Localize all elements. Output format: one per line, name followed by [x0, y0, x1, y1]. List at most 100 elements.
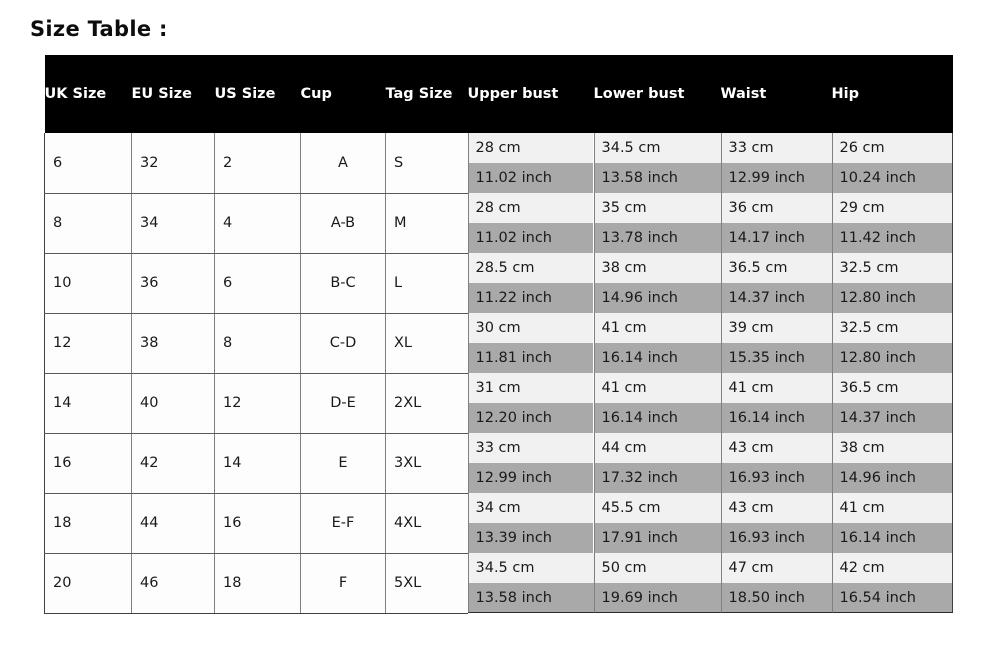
cell-upper-bust-inch: 12.20 inch — [467, 403, 593, 433]
cell-uk-size: 12 — [44, 313, 132, 374]
cell-cup: A-B — [300, 193, 386, 254]
cell-cup: A — [300, 133, 386, 194]
cell-lower-bust-cm: 50 cm — [593, 553, 721, 583]
cell-waist-cm: 43 cm — [720, 433, 832, 463]
cell-upper-bust-cm: 28.5 cm — [467, 253, 593, 283]
cell-us-size: 8 — [214, 313, 301, 374]
table-body: 6 32 2 A S 28 cm 11.02 inch 34.5 cm 13.58 inch 33… — [44, 133, 953, 614]
table-row: 10 36 6 B-C L 28.5 cm 11.22 inch 38 cm 14.96 inc… — [44, 253, 953, 314]
cell-tag-size: 4XL — [385, 493, 468, 554]
cell-us-size: 2 — [214, 133, 301, 194]
cell-hip-inch: 12.80 inch — [831, 343, 953, 373]
cell-lower-bust-inch: 13.58 inch — [593, 163, 721, 193]
table-row: 6 32 2 A S 28 cm 11.02 inch 34.5 cm 13.58 inch 33… — [44, 133, 953, 194]
cell-waist-cm: 33 cm — [720, 133, 832, 163]
cell-lower-bust-inch: 16.14 inch — [593, 343, 721, 373]
cell-uk-size: 8 — [44, 193, 132, 254]
cell-lower-bust: 50 cm 19.69 inch — [593, 553, 721, 613]
cell-upper-bust-inch: 12.99 inch — [467, 463, 593, 493]
cell-waist: 43 cm 16.93 inch — [720, 493, 832, 553]
column-header-hip: Hip — [831, 55, 953, 133]
cell-lower-bust: 34.5 cm 13.58 inch — [593, 133, 721, 193]
cell-waist-inch: 14.37 inch — [720, 283, 832, 313]
cell-eu-size: 38 — [131, 313, 215, 374]
cell-hip: 29 cm 11.42 inch — [831, 193, 953, 253]
cell-waist-inch: 14.17 inch — [720, 223, 832, 253]
cell-lower-bust: 44 cm 17.32 inch — [593, 433, 721, 493]
cell-waist-cm: 47 cm — [720, 553, 832, 583]
cell-hip-cm: 36.5 cm — [831, 373, 953, 403]
cell-waist-inch: 16.14 inch — [720, 403, 832, 433]
cell-eu-size: 34 — [131, 193, 215, 254]
cell-lower-bust: 38 cm 14.96 inch — [593, 253, 721, 313]
cell-eu-size: 46 — [131, 553, 215, 614]
cell-hip: 42 cm 16.54 inch — [831, 553, 953, 613]
column-header-cup: Cup — [300, 55, 386, 133]
cell-lower-bust: 41 cm 16.14 inch — [593, 313, 721, 373]
cell-lower-bust-cm: 44 cm — [593, 433, 721, 463]
page-title: Size Table : — [30, 17, 168, 41]
cell-hip: 32.5 cm 12.80 inch — [831, 253, 953, 313]
cell-upper-bust: 31 cm 12.20 inch — [467, 373, 594, 433]
cell-lower-bust-cm: 41 cm — [593, 373, 721, 403]
cell-tag-size: 3XL — [385, 433, 468, 494]
cell-tag-size: S — [385, 133, 468, 194]
table-row: 14 40 12 D-E 2XL 31 cm 12.20 inch 41 cm 16.14 in… — [44, 373, 953, 434]
cell-upper-bust: 28 cm 11.02 inch — [467, 133, 594, 193]
cell-tag-size: M — [385, 193, 468, 254]
cell-waist: 36.5 cm 14.37 inch — [720, 253, 832, 313]
cell-uk-size: 6 — [44, 133, 132, 194]
cell-upper-bust: 33 cm 12.99 inch — [467, 433, 594, 493]
cell-hip-inch: 16.54 inch — [831, 583, 953, 613]
cell-cup: F — [300, 553, 386, 614]
cell-cup: C-D — [300, 313, 386, 374]
cell-lower-bust-cm: 34.5 cm — [593, 133, 721, 163]
cell-hip-inch: 16.14 inch — [831, 523, 953, 553]
cell-waist: 43 cm 16.93 inch — [720, 433, 832, 493]
cell-hip: 36.5 cm 14.37 inch — [831, 373, 953, 433]
cell-upper-bust-cm: 30 cm — [467, 313, 593, 343]
cell-tag-size: 5XL — [385, 553, 468, 614]
cell-waist-inch: 18.50 inch — [720, 583, 832, 613]
cell-waist-cm: 36 cm — [720, 193, 832, 223]
cell-hip-cm: 29 cm — [831, 193, 953, 223]
cell-lower-bust: 41 cm 16.14 inch — [593, 373, 721, 433]
cell-hip-cm: 41 cm — [831, 493, 953, 523]
cell-lower-bust-inch: 19.69 inch — [593, 583, 721, 613]
cell-lower-bust-inch: 14.96 inch — [593, 283, 721, 313]
cell-uk-size: 10 — [44, 253, 132, 314]
cell-hip-inch: 12.80 inch — [831, 283, 953, 313]
cell-upper-bust-inch: 13.39 inch — [467, 523, 593, 553]
cell-upper-bust-cm: 31 cm — [467, 373, 593, 403]
cell-upper-bust: 28 cm 11.02 inch — [467, 193, 594, 253]
cell-upper-bust-cm: 34 cm — [467, 493, 593, 523]
cell-upper-bust: 34 cm 13.39 inch — [467, 493, 594, 553]
cell-lower-bust: 35 cm 13.78 inch — [593, 193, 721, 253]
cell-lower-bust-inch: 13.78 inch — [593, 223, 721, 253]
cell-hip-inch: 14.96 inch — [831, 463, 953, 493]
cell-upper-bust-cm: 28 cm — [467, 133, 593, 163]
table-row: 16 42 14 E 3XL 33 cm 12.99 inch 44 cm 17.32 inch… — [44, 433, 953, 494]
cell-cup: B-C — [300, 253, 386, 314]
cell-waist-inch: 15.35 inch — [720, 343, 832, 373]
column-header-us-size: US Size — [214, 55, 301, 133]
cell-lower-bust-cm: 41 cm — [593, 313, 721, 343]
cell-waist: 41 cm 16.14 inch — [720, 373, 832, 433]
cell-lower-bust-cm: 38 cm — [593, 253, 721, 283]
cell-waist-inch: 12.99 inch — [720, 163, 832, 193]
cell-tag-size: L — [385, 253, 468, 314]
table-row: 8 34 4 A-B M 28 cm 11.02 inch 35 cm 13.78 inch 36… — [44, 193, 953, 254]
cell-hip-cm: 26 cm — [831, 133, 953, 163]
cell-us-size: 6 — [214, 253, 301, 314]
cell-hip: 41 cm 16.14 inch — [831, 493, 953, 553]
cell-uk-size: 20 — [44, 553, 132, 614]
cell-cup: E-F — [300, 493, 386, 554]
column-header-upper-bust: Upper bust — [467, 55, 594, 133]
cell-waist-cm: 41 cm — [720, 373, 832, 403]
cell-waist-cm: 43 cm — [720, 493, 832, 523]
table-row: 20 46 18 F 5XL 34.5 cm 13.58 inch 50 cm 19.69 in… — [44, 553, 953, 614]
cell-hip-cm: 32.5 cm — [831, 313, 953, 343]
cell-hip-cm: 38 cm — [831, 433, 953, 463]
cell-hip-cm: 32.5 cm — [831, 253, 953, 283]
cell-eu-size: 40 — [131, 373, 215, 434]
